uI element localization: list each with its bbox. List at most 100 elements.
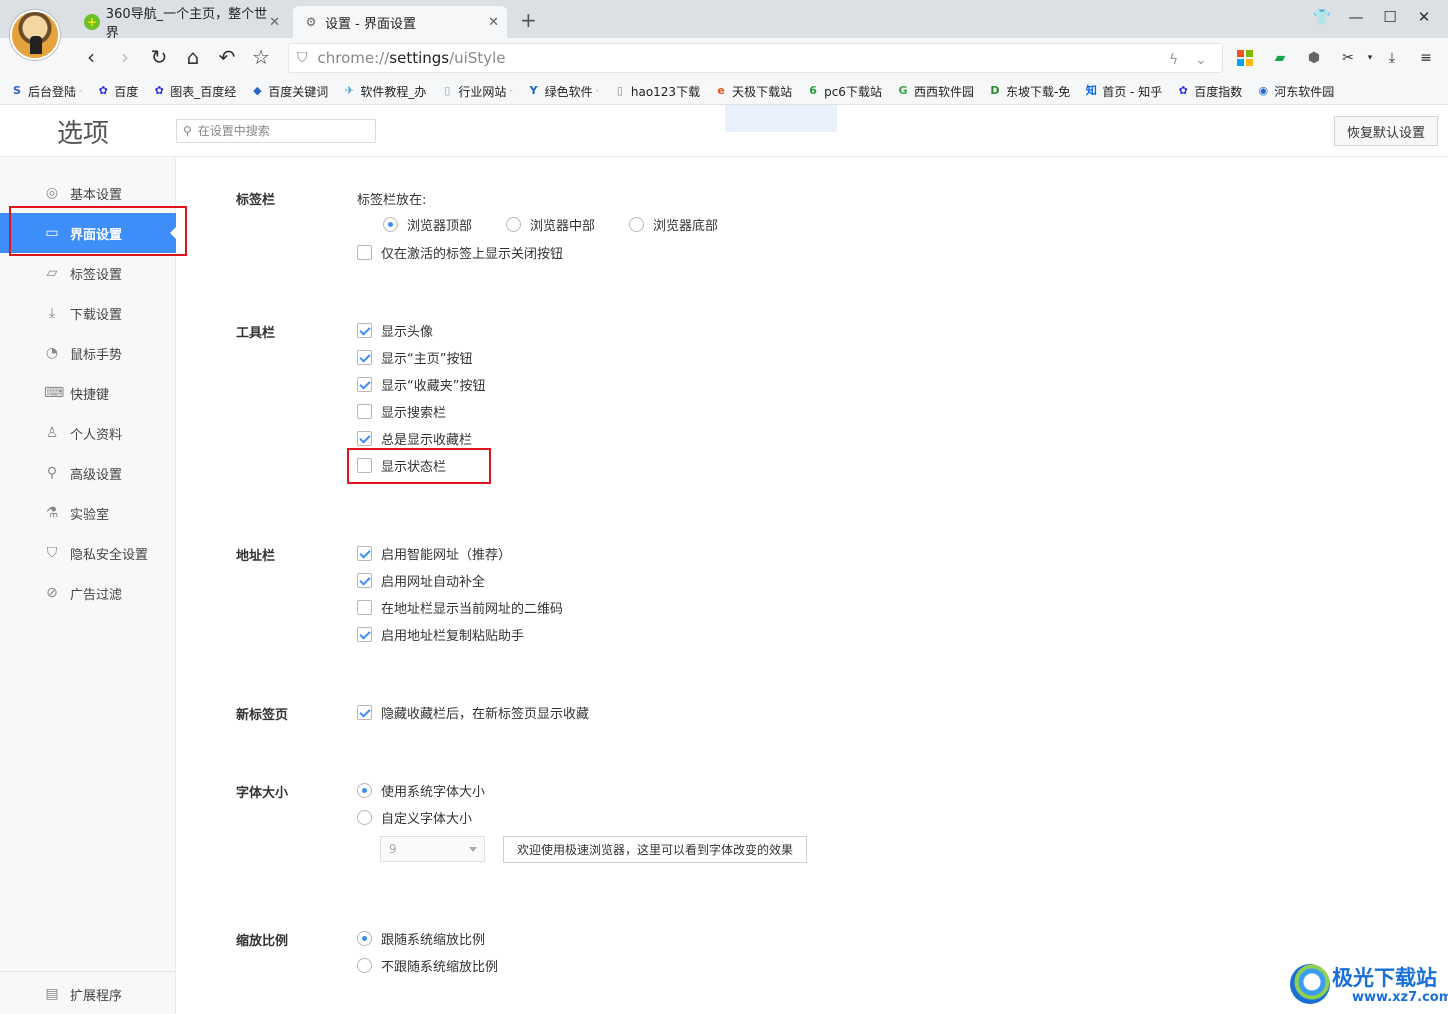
radio-button[interactable]	[629, 216, 644, 232]
sidebar-item[interactable]: ⤓ 下载设置	[0, 293, 176, 333]
checkbox-option[interactable]: 启用网址自动补全	[357, 570, 485, 590]
bookmark-item[interactable]: G 西西软件园	[896, 83, 974, 100]
checkbox[interactable]	[357, 376, 372, 392]
bookmark-item[interactable]: ✿ 百度	[96, 83, 139, 100]
checkbox-option[interactable]: 在地址栏显示当前网址的二维码	[357, 597, 563, 617]
bookmark-item[interactable]: ▯ 行业网站 -	[440, 83, 512, 100]
checkbox-option[interactable]: 显示“收藏夹”按钮	[357, 374, 485, 394]
address-bar[interactable]: ⛉ chrome://settings/uiStyle ϟ ⌄	[288, 43, 1223, 73]
scissors-icon[interactable]: ✂	[1338, 48, 1358, 68]
search-input[interactable]	[197, 124, 358, 138]
radio-option[interactable]: 浏览器底部	[629, 214, 718, 234]
checkbox[interactable]	[357, 244, 372, 260]
close-tab-icon[interactable]: ✕	[488, 15, 499, 30]
radio-button[interactable]	[357, 930, 372, 946]
apps-grid-icon[interactable]	[1235, 48, 1255, 68]
forward-button[interactable]: ›	[112, 44, 138, 70]
radio-button[interactable]	[357, 782, 372, 798]
checkbox[interactable]	[357, 430, 372, 446]
checkbox[interactable]	[357, 403, 372, 419]
new-tab-button[interactable]: +	[520, 8, 537, 32]
sidebar-item[interactable]: ◔ 鼠标手势	[0, 333, 176, 373]
gamepad-icon[interactable]: ⬢	[1304, 48, 1324, 68]
radio-button[interactable]	[383, 216, 398, 232]
maximize-button[interactable]: ☐	[1380, 8, 1400, 26]
bookmark-item[interactable]: ◆ 百度关键词	[250, 83, 328, 100]
bookmark-item[interactable]: 知首页 - 知乎	[1084, 83, 1162, 100]
close-window-button[interactable]: ✕	[1414, 8, 1434, 26]
checkbox[interactable]	[357, 704, 372, 720]
font-size-select[interactable]: 9	[380, 836, 485, 862]
sidebar-item[interactable]: ⌨ 快捷键	[0, 373, 176, 413]
checkbox[interactable]	[357, 457, 372, 473]
checkbox[interactable]	[357, 322, 372, 338]
checkbox[interactable]	[357, 545, 372, 561]
checkbox-option[interactable]: 启用智能网址（推荐）	[357, 543, 511, 563]
checkbox-option[interactable]: 隐藏收藏栏后，在新标签页显示收藏	[357, 702, 589, 722]
bookmark-item[interactable]: ✈ 软件教程_办	[342, 83, 427, 100]
undo-close-button[interactable]: ↶	[214, 44, 240, 70]
bookmark-item[interactable]: ◉ 河东软件园	[1256, 83, 1334, 100]
radio-button[interactable]	[357, 809, 372, 825]
bookmark-item[interactable]: ▯ hao123下载	[613, 83, 700, 100]
checkbox-option[interactable]: 启用地址栏复制粘贴助手	[357, 624, 524, 644]
radio-option[interactable]: 自定义字体大小	[357, 807, 472, 827]
skin-icon[interactable]: 👕	[1312, 8, 1332, 26]
bookmark-item[interactable]: Y 绿色软件 -	[527, 83, 599, 100]
sidebar-item[interactable]: ▱ 标签设置	[0, 253, 176, 293]
radio-button[interactable]	[357, 957, 372, 973]
radio-option[interactable]: 跟随系统缩放比例	[357, 928, 485, 948]
sidebar-item[interactable]: ◎ 基本设置	[0, 173, 176, 213]
sidebar-item[interactable]: ⚗ 实验室	[0, 493, 176, 533]
sidebar-item[interactable]: ▭ 界面设置	[0, 213, 176, 253]
favorite-star-button[interactable]: ☆	[248, 44, 274, 70]
checkbox-option[interactable]: 显示搜索栏	[357, 401, 446, 421]
checkbox-option[interactable]: 显示状态栏	[357, 455, 446, 475]
radio-option[interactable]: 不跟随系统缩放比例	[357, 955, 498, 975]
minimize-button[interactable]: —	[1346, 8, 1366, 26]
sidebar-item-extensions[interactable]: ▤ 扩展程序	[0, 974, 176, 1014]
lightning-icon[interactable]: ϟ	[1169, 52, 1178, 68]
checkbox-option[interactable]: 总是显示收藏栏	[357, 428, 472, 448]
radio-option[interactable]: 使用系统字体大小	[357, 780, 485, 800]
radio-option[interactable]: 浏览器中部	[506, 214, 595, 234]
sidebar-item-label: 扩展程序	[70, 988, 123, 1004]
bookmark-item[interactable]: D 东坡下载-免	[988, 83, 1070, 100]
avatar[interactable]	[10, 10, 60, 60]
tab-360-nav[interactable]: + 360导航_一个主页，整个世界 ✕	[74, 6, 288, 41]
radio-option[interactable]: 浏览器顶部	[383, 214, 472, 234]
sidebar-item[interactable]: ⊘ 广告过滤	[0, 573, 176, 613]
flag-icon[interactable]: ▰	[1270, 48, 1290, 68]
reload-button[interactable]: ↻	[146, 44, 172, 70]
close-tab-icon[interactable]: ✕	[269, 15, 280, 30]
restore-defaults-button[interactable]: 恢复默认设置	[1334, 116, 1438, 146]
scissors-menu-icon[interactable]: ▾	[1360, 48, 1380, 68]
chevron-down-icon[interactable]: ⌄	[1195, 52, 1207, 68]
tab-settings[interactable]: ⚙ 设置 - 界面设置 ✕	[293, 6, 507, 38]
back-button[interactable]: ‹	[78, 44, 104, 70]
checkbox[interactable]	[357, 349, 372, 365]
bookmark-item[interactable]: ✿ 图表_百度经	[152, 83, 237, 100]
bookmark-item[interactable]: e 天极下载站	[714, 83, 792, 100]
download-icon[interactable]: ⤓	[1382, 48, 1402, 68]
settings-search[interactable]: ⚲	[176, 119, 376, 143]
sidebar-item[interactable]: ⚲ 高级设置	[0, 453, 176, 493]
menu-icon[interactable]: ≡	[1416, 48, 1436, 68]
checkbox[interactable]	[357, 599, 372, 615]
bookmark-item[interactable]: S 后台登陆 -	[10, 83, 82, 100]
sidebar-item[interactable]: ⛉ 隐私安全设置	[0, 533, 176, 573]
bookmark-item[interactable]: 6 pc6下载站	[806, 83, 882, 100]
sidebar-item[interactable]: ♙ 个人资料	[0, 413, 176, 453]
section-title: 字体大小	[236, 786, 289, 801]
bookmark-item[interactable]: ✿ 百度指数	[1176, 83, 1243, 100]
home-button[interactable]: ⌂	[180, 44, 206, 70]
checkbox-option[interactable]: 显示头像	[357, 320, 433, 340]
sidebar-item-label: 标签设置	[70, 267, 123, 283]
checkbox-option[interactable]: 显示“主页”按钮	[357, 347, 472, 367]
checkbox-option[interactable]: 仅在激活的标签上显示关闭按钮	[357, 242, 563, 262]
radio-button[interactable]	[506, 216, 521, 232]
option-label: 不跟随系统缩放比例	[381, 959, 499, 975]
option-label: 显示头像	[381, 324, 434, 340]
checkbox[interactable]	[357, 572, 372, 588]
checkbox[interactable]	[357, 626, 372, 642]
